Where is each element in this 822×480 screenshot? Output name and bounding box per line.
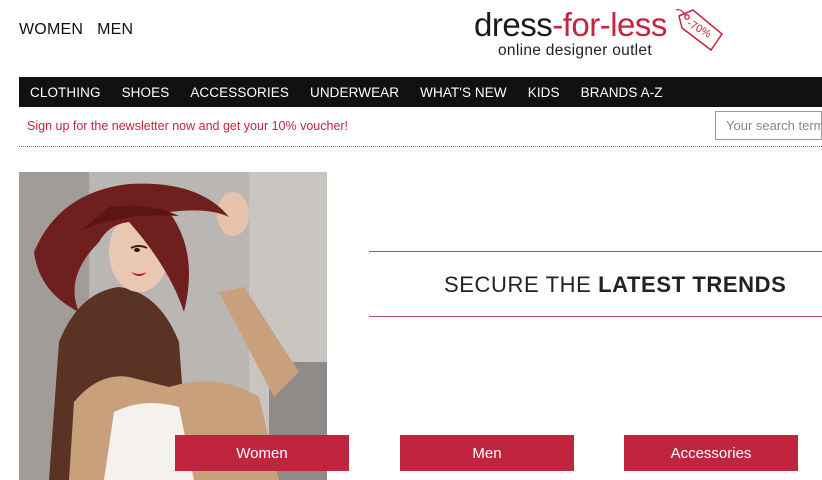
nav-shoes[interactable]: SHOES <box>122 85 170 100</box>
women-link[interactable]: WOMEN <box>19 21 83 39</box>
nav-whats-new[interactable]: WHAT'S NEW <box>420 85 507 100</box>
accessories-category-button[interactable]: Accessories <box>624 435 798 471</box>
trend-rule-top <box>369 251 822 252</box>
newsletter-signup-link[interactable]: Sign up for the newsletter now and get y… <box>27 119 348 133</box>
site-logo[interactable]: dress-for-less online designer outlet -7… <box>474 6 724 64</box>
nav-kids[interactable]: KIDS <box>528 85 560 100</box>
gender-nav: WOMEN MEN <box>19 21 133 39</box>
women-category-button[interactable]: Women <box>175 435 349 471</box>
divider <box>19 146 822 147</box>
hero-image <box>19 172 327 480</box>
men-category-button[interactable]: Men <box>400 435 574 471</box>
nav-clothing[interactable]: CLOTHING <box>30 85 101 100</box>
trend-rule-bottom <box>369 316 822 317</box>
logo-tagline: online designer outlet <box>498 42 652 59</box>
trend-headline: SECURE THE LATEST TRENDS <box>444 272 787 297</box>
nav-accessories[interactable]: ACCESSORIES <box>190 85 289 100</box>
model-photo <box>19 172 327 480</box>
search-input[interactable] <box>715 111 822 140</box>
men-link[interactable]: MEN <box>97 21 133 39</box>
nav-brands[interactable]: BRANDS A-Z <box>581 85 663 100</box>
logo-wordmark: dress-for-less <box>474 6 667 43</box>
nav-underwear[interactable]: UNDERWEAR <box>310 85 399 100</box>
main-nav: CLOTHING SHOES ACCESSORIES UNDERWEAR WHA… <box>19 77 822 107</box>
